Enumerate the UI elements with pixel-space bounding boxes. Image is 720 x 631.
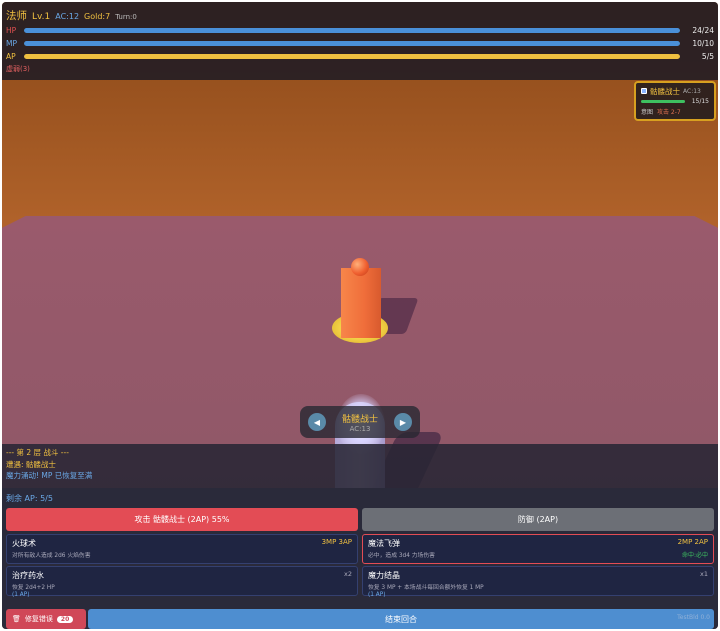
mp-bar	[23, 41, 681, 46]
defend-button[interactable]: 防御 (2AP)	[362, 508, 714, 531]
log-entry: 魔力涌动! MP 已恢复至满	[6, 471, 93, 480]
card-name: 魔法飞弹	[368, 539, 400, 548]
log-entry: 遭遇: 骷髅战士	[6, 459, 56, 469]
player-hud: 法师 Lv.1 AC:12 Gold:7 Turn:0 HP 24/24 MP …	[2, 2, 718, 80]
repair-count-badge: 20	[56, 615, 74, 623]
spell-card-magic-missile[interactable]: 魔法飞弹 2MP 2AP 必中，造成 3d4 力场伤害 命中:必中	[362, 534, 714, 564]
chevron-left-icon: ◀	[313, 417, 321, 427]
card-cost: 2MP 2AP	[677, 538, 708, 546]
card-desc: 恢复 2d4+2 HP	[12, 585, 55, 591]
item-card-mana-crystal[interactable]: 魔力结晶 x1 恢复 3 MP + 本场战斗每回合额外恢复 1 MP (1 AP…	[362, 566, 714, 598]
ap-bar-row: AP 5/5	[6, 50, 714, 63]
prev-enemy-button[interactable]: ◀	[308, 413, 326, 431]
ap-value: 5/5	[701, 52, 714, 61]
card-name: 治疗药水	[12, 571, 44, 580]
card-count: x2	[344, 570, 352, 578]
action-panel: 剩余 AP: 5/5 攻击 骷髅战士 (2AP) 55% 防御 (2AP) 火球…	[2, 488, 718, 629]
hud-title-row: 法师 Lv.1 AC:12 Gold:7 Turn:0	[6, 8, 714, 24]
card-count: x1	[700, 570, 708, 578]
ap-label: AP	[6, 52, 16, 61]
target-name: 骷髅战士	[650, 86, 680, 96]
next-enemy-button[interactable]: ▶	[393, 413, 412, 431]
game-frame: 法师 Lv.1 AC:12 Gold:7 Turn:0 HP 24/24 MP …	[2, 2, 718, 629]
repair-label: 修复错误	[24, 615, 53, 623]
repair-errors-button[interactable]: 🗑 修复错误 20	[6, 609, 86, 629]
build-version: TestBld 0.0	[677, 614, 710, 621]
ap-remaining: 剩余 AP: 5/5	[6, 494, 53, 503]
combat-log: --- 第 2 层 战斗 --- 遭遇: 骷髅战士 魔力涌动! MP 已恢复至满	[2, 444, 718, 488]
card-desc: 必中，造成 3d4 力场伤害	[368, 553, 435, 559]
target-ac: AC:13	[683, 87, 701, 95]
ap-bar-fill	[23, 54, 681, 59]
target-intent-row: 意图 攻击 2-7	[641, 107, 709, 116]
log-entry: --- 第 2 层 战斗 ---	[6, 448, 69, 457]
enemy-target-card[interactable]: 骷髅战士 AC:13 15/15 意图 攻击 2-7	[634, 81, 716, 121]
card-ap: (1 AP)	[12, 592, 30, 598]
selected-enemy-name: 骷髅战士	[341, 414, 378, 425]
mp-value: 10/10	[692, 39, 714, 48]
hp-value: 24/24	[692, 26, 714, 35]
attack-button[interactable]: 攻击 骷髅战士 (2AP) 55%	[6, 508, 358, 531]
end-turn-button[interactable]: 结束回合	[88, 609, 714, 629]
hp-label: HP	[6, 26, 17, 35]
card-hit-tag: 命中:必中	[681, 552, 708, 559]
player-class: 法师	[6, 10, 27, 22]
target-hp-value: 15/15	[691, 98, 709, 105]
target-header: 骷髅战士 AC:13	[641, 86, 709, 96]
card-name: 魔力结晶	[368, 571, 400, 580]
ap-bar	[23, 54, 681, 59]
item-card-healing-potion[interactable]: 治疗药水 x2 恢复 2d4+2 HP (1 AP)	[6, 566, 358, 598]
mp-bar-row: MP 10/10	[6, 37, 714, 50]
target-intent-label: 意图	[641, 109, 654, 116]
player-level: Lv.1	[32, 12, 51, 22]
card-ap: (1 AP)	[368, 592, 386, 598]
target-hp-row: 15/15	[641, 96, 709, 107]
target-marker-icon	[641, 88, 647, 94]
player-gold: Gold:7	[84, 12, 111, 21]
enemy-skeleton-warrior-model[interactable]	[341, 268, 381, 338]
card-name: 火球术	[12, 539, 36, 548]
chevron-right-icon: ▶	[399, 417, 407, 427]
card-cost: 3MP 3AP	[321, 538, 352, 546]
spell-card-fireball[interactable]: 火球术 3MP 3AP 对所有敌人造成 2d6 火焰伤害	[6, 534, 358, 564]
enemy-head[interactable]	[351, 258, 369, 276]
selected-enemy: 骷髅战士 AC:13	[342, 412, 378, 433]
trash-icon: 🗑	[12, 615, 21, 623]
card-desc: 恢复 3 MP + 本场战斗每回合额外恢复 1 MP	[368, 585, 484, 591]
target-hp-fill	[641, 100, 685, 103]
hp-bar	[23, 28, 681, 33]
selected-enemy-ac: AC:13	[349, 424, 371, 433]
status-effect: 虚弱(3)	[6, 65, 30, 73]
hp-bar-row: HP 24/24	[6, 24, 714, 37]
card-desc: 对所有敌人造成 2d6 火焰伤害	[12, 553, 91, 559]
player-ac: AC:12	[55, 12, 80, 21]
target-intent-value: 攻击 2-7	[657, 109, 681, 116]
mp-label: MP	[6, 39, 17, 48]
target-hp-bar	[641, 100, 685, 103]
mp-bar-fill	[23, 41, 681, 46]
hp-bar-fill	[23, 28, 681, 33]
turn-counter: Turn:0	[115, 13, 137, 21]
enemy-selector: ◀ 骷髅战士 AC:13 ▶	[300, 406, 420, 438]
